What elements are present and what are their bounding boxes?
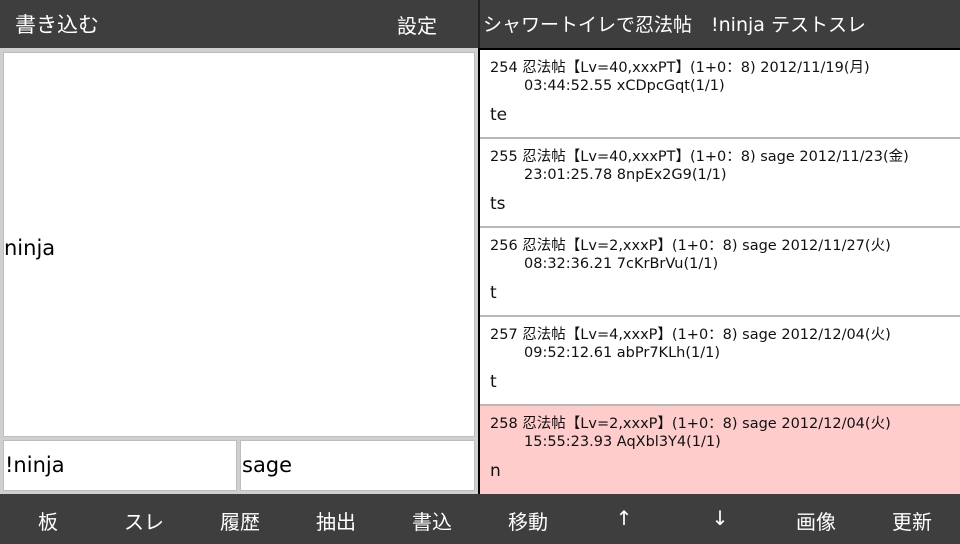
post-header: 254 忍法帖【Lv=40,xxxPT】(1+0：8) 2012/11/19(月…	[490, 60, 870, 76]
arrow-up-icon[interactable]: ↑	[576, 506, 672, 530]
post-255[interactable]: 255 忍法帖【Lv=40,xxxPT】(1+0：8) sage 2012/11…	[480, 139, 960, 226]
nav-image-button[interactable]: 画像	[768, 506, 864, 535]
post-header: 256 忍法帖【Lv=2,xxxP】(1+0：8) sage 2012/11/2…	[490, 238, 891, 254]
post-header: 257 忍法帖【Lv=4,xxxP】(1+0：8) sage 2012/12/0…	[490, 327, 891, 343]
nav-board-button[interactable]: 板	[0, 506, 96, 535]
mail-field-value: sage	[242, 453, 293, 477]
post-body: te	[490, 105, 508, 125]
bottom-nav-bar: 板 スレ 履歴 抽出 書込 移動 ↑ ↓ 画像 更新	[0, 494, 960, 544]
post-timestamp-id: 15:55:23.93 AqXbl3Y4(1/1)	[524, 434, 721, 450]
message-text: ninja	[4, 236, 56, 260]
mail-field[interactable]: sage	[240, 440, 475, 491]
nav-write-button[interactable]: 書込	[384, 506, 480, 535]
name-field[interactable]: !ninja	[3, 440, 237, 491]
post-256[interactable]: 256 忍法帖【Lv=2,xxxP】(1+0：8) sage 2012/11/2…	[480, 228, 960, 315]
post-timestamp-id: 03:44:52.55 xCDpcGqt(1/1)	[524, 78, 725, 94]
write-header: 書き込む 設定	[0, 0, 478, 48]
post-257[interactable]: 257 忍法帖【Lv=4,xxxP】(1+0：8) sage 2012/12/0…	[480, 317, 960, 404]
nav-move-button[interactable]: 移動	[480, 506, 576, 535]
thread-header: シャワートイレで忍法帖 !ninja テストスレ	[478, 0, 960, 48]
nav-refresh-button[interactable]: 更新	[864, 506, 960, 535]
post-timestamp-id: 23:01:25.78 8npEx2G9(1/1)	[524, 167, 727, 183]
post-body: t	[490, 372, 497, 392]
post-body: n	[490, 461, 501, 481]
post-body: ts	[490, 194, 506, 214]
thread-title: シャワートイレで忍法帖 !ninja テストスレ	[483, 14, 866, 36]
post-258-highlighted[interactable]: 258 忍法帖【Lv=2,xxxP】(1+0：8) sage 2012/12/0…	[480, 406, 960, 494]
nav-history-button[interactable]: 履歴	[192, 506, 288, 535]
write-title-button[interactable]: 書き込む	[15, 9, 99, 39]
arrow-down-icon[interactable]: ↓	[672, 506, 768, 530]
post-header: 258 忍法帖【Lv=2,xxxP】(1+0：8) sage 2012/12/0…	[490, 416, 891, 432]
post-timestamp-id: 08:32:36.21 7cKrBrVu(1/1)	[524, 256, 719, 272]
post-254[interactable]: 254 忍法帖【Lv=40,xxxPT】(1+0：8) 2012/11/19(月…	[480, 50, 960, 137]
post-list[interactable]: 254 忍法帖【Lv=40,xxxPT】(1+0：8) 2012/11/19(月…	[480, 50, 960, 494]
post-header: 255 忍法帖【Lv=40,xxxPT】(1+0：8) sage 2012/11…	[490, 149, 909, 165]
post-body: t	[490, 283, 497, 303]
nav-thread-button[interactable]: スレ	[96, 506, 192, 535]
settings-button[interactable]: 設定	[397, 10, 437, 39]
post-timestamp-id: 09:52:12.61 abPr7KLh(1/1)	[524, 345, 720, 361]
name-field-value: !ninja	[5, 453, 65, 477]
message-textarea[interactable]: ninja	[3, 52, 475, 437]
nav-extract-button[interactable]: 抽出	[288, 506, 384, 535]
write-panel: ninja !ninja sage	[0, 48, 478, 494]
